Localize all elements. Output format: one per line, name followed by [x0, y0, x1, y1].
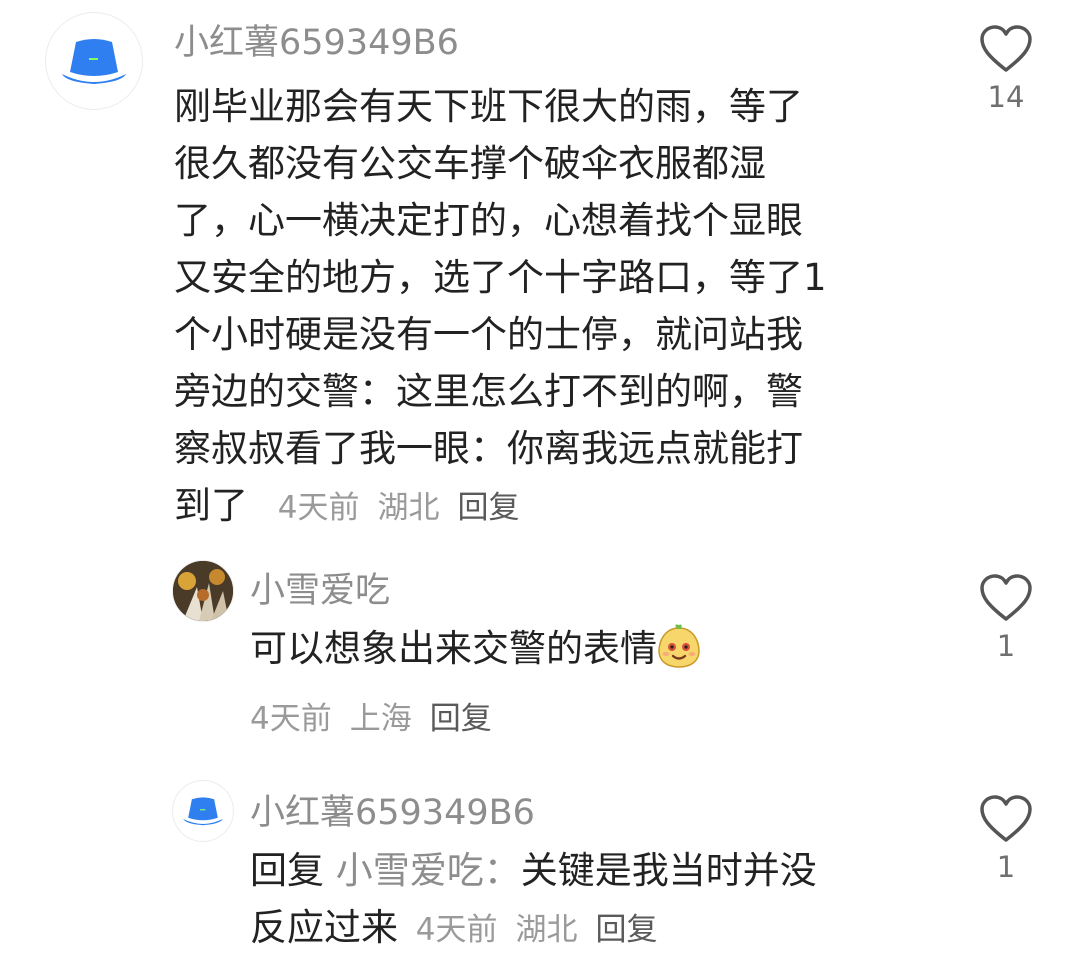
comment-time: 4天前	[250, 701, 332, 737]
avatar[interactable]	[172, 780, 234, 842]
blue-bucket-hat-icon	[183, 797, 223, 826]
like-count: 1	[996, 850, 1016, 884]
comment-text-line: 了，心一横决定打的，心想着找个显眼	[174, 199, 803, 242]
heart-outline-icon	[980, 25, 1032, 72]
reply-button[interactable]: 回复	[458, 490, 520, 526]
comment-meta: 4天前 湖北 回复	[410, 912, 658, 948]
comment-text-content: 关键是我当时并没	[520, 849, 817, 892]
heart-outline-icon	[980, 574, 1032, 621]
comment-text-last-line: 反应过来 4天前 湖北 回复	[250, 899, 950, 959]
reply-prefix: 回复	[250, 849, 324, 892]
comment-text: 刚毕业那会有天下班下很大的雨，等了 很久都没有公交车撑个破伞衣服都湿 了，心一横…	[174, 78, 934, 537]
avatar[interactable]	[45, 12, 143, 110]
comment-meta: 4天前 上海 回复	[250, 693, 492, 738]
heart-outline-icon	[980, 795, 1032, 842]
like-button[interactable]: 14	[974, 24, 1038, 114]
comment-username[interactable]: 小红薯659349B6	[250, 784, 535, 835]
reply-target-username[interactable]: 小雪爱吃：	[336, 849, 521, 892]
comment-location: 上海	[349, 701, 412, 737]
like-count: 14	[987, 80, 1025, 114]
blue-bucket-hat-icon	[62, 39, 126, 84]
comment-text-content: 反应过来	[250, 906, 398, 949]
comment-3: 小红薯659349B6 回复 小雪爱吃：关键是我当时并没 反应过来 4天前 湖北回…	[0, 760, 1080, 973]
comment-text-line: 旁边的交警：这里怎么打不到的啊，警	[174, 370, 803, 413]
like-button[interactable]: 1	[974, 573, 1038, 663]
like-count: 1	[996, 629, 1016, 663]
reply-button[interactable]: 回复	[430, 701, 492, 737]
comment-text-content: 可以想象出来交警的表情	[250, 627, 657, 670]
comment-time: 4天前	[415, 912, 498, 948]
comment-username[interactable]: 小红薯659349B6	[174, 14, 459, 65]
comment-1: 小红薯659349B6 刚毕业那会有天下班下很大的雨，等了 很久都没有公交车撑个…	[0, 0, 1080, 540]
comment-username[interactable]: 小雪爱吃	[250, 562, 390, 613]
comment-text: 可以想象出来交警的表情	[250, 620, 950, 685]
comment-meta: 4天前 湖北 回复	[260, 490, 520, 526]
smirk-emoji-icon	[657, 623, 701, 685]
comment-text: 回复 小雪爱吃：关键是我当时并没 反应过来 4天前 湖北 回复	[250, 842, 950, 959]
reply-button[interactable]: 回复	[596, 912, 658, 948]
food-photo-avatar	[173, 561, 233, 621]
comment-text-line: 个小时硬是没有一个的士停，就问站我	[174, 313, 803, 356]
like-button[interactable]: 1	[974, 794, 1038, 884]
comment-text-line: 很久都没有公交车撑个破伞衣服都湿	[174, 142, 766, 185]
comment-text-line: 刚毕业那会有天下班下很大的雨，等了	[174, 85, 803, 128]
comment-location: 湖北	[377, 490, 440, 526]
comment-text-line: 又安全的地方，选了个十字路口，等了1	[174, 256, 827, 299]
comment-text-line: 回复 小雪爱吃：关键是我当时并没	[250, 842, 950, 899]
avatar[interactable]	[172, 560, 234, 622]
comment-2: 小雪爱吃 可以想象出来交警的表情 4天前 上海 回复 1	[0, 540, 1080, 760]
comment-time: 4天前	[277, 490, 360, 526]
comment-location: 湖北	[515, 912, 578, 948]
comment-text-last-line: 到了 4天前 湖北 回复	[174, 477, 934, 537]
comment-text-line: 察叔叔看了我一眼：你离我远点就能打	[174, 427, 803, 470]
comment-text-line: 到了	[174, 484, 248, 527]
